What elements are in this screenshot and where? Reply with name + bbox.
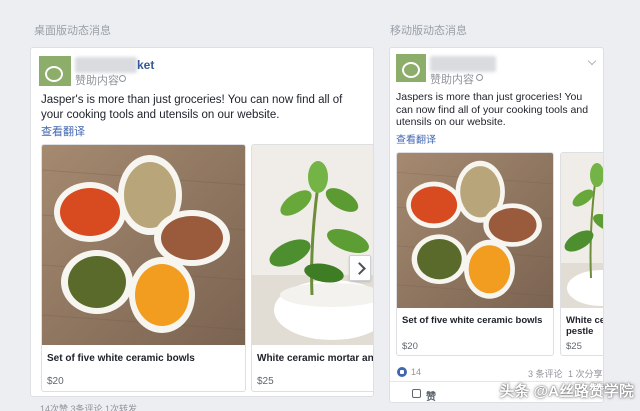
ad-text: Jasper's is more than just groceries! Yo… [41,94,343,121]
item-price: $20 [402,341,418,352]
likes-count[interactable]: 14 [411,367,421,377]
chevron-down-icon[interactable] [587,56,597,66]
item-price: $25 [566,341,582,352]
globe-icon [119,75,126,82]
spice-bowls-photo [42,145,245,345]
desktop-ad-card: ket 赞助内容 Jasper's is more than just groc… [30,47,374,397]
comments-count[interactable]: 3 条评论 [528,367,563,380]
spice-bowls-photo [397,153,553,308]
sponsored-label[interactable]: 赞助内容 [75,72,119,88]
item-price: $25 [257,376,274,387]
item-title: White ce pestle [566,315,604,338]
thumbs-up-icon [412,389,421,398]
globe-icon [476,74,483,81]
carousel-item-1[interactable]: Set of five white ceramic bowls $20 [41,144,246,392]
watermark: 头条 @A丝路赞学院 [499,383,634,400]
item-price: $20 [47,376,64,387]
see-translation-link[interactable]: 查看翻译 [396,131,436,146]
page-name[interactable]: ket [137,58,154,72]
mortar-plant-photo [252,145,373,345]
carousel-next-arrow[interactable] [349,255,371,281]
ad-text: Jaspers is more than just groceries! You… [396,91,589,128]
page-name-redacted [75,57,137,73]
like-reaction-icon [397,367,407,377]
carousel-item-2[interactable]: White ce pestle $25 [560,152,604,356]
desktop-section-label: 桌面版动态消息 [34,25,111,37]
carousel-item-1[interactable]: Set of five white ceramic bowls $20 [396,152,554,356]
item-title: Set of five white ceramic bowls [47,353,195,364]
page-avatar[interactable] [396,54,426,82]
item-title: White ceramic mortar and p [257,353,374,364]
see-translation-link[interactable]: 查看翻译 [41,123,85,139]
shares-count[interactable]: 1 次分享 [568,367,603,380]
sponsored-label[interactable]: 赞助内容 [430,71,474,87]
page-name-redacted [430,56,496,72]
like-button[interactable]: 赞 [426,388,436,402]
page-avatar[interactable] [39,56,71,86]
mobile-ad-card: 赞助内容 Jaspers is more than just groceries… [389,47,604,403]
mobile-section-label: 移动版动态消息 [390,25,467,37]
item-title: Set of five white ceramic bowls [402,315,543,326]
desktop-engagement-stats[interactable]: 14次赞 3条评论 1次转发 [40,402,137,411]
mortar-plant-photo [561,153,603,308]
